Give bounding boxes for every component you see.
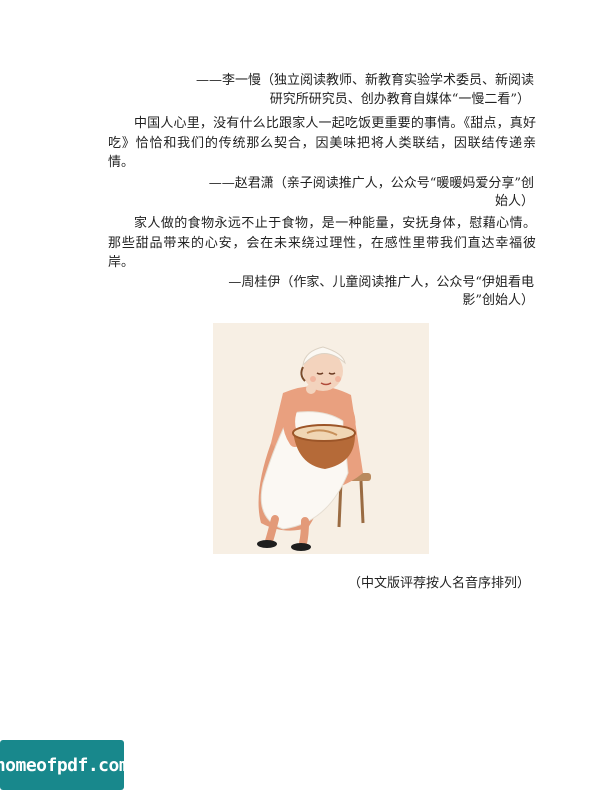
girl-with-bowl-illustration xyxy=(213,323,429,554)
review2-attribution-line1: ——赵君潇（亲子阅读推广人，公众号“暖暖妈爱分享”创 xyxy=(208,176,534,191)
watermark-text: homeofpdf.com xyxy=(0,754,130,776)
review2-attribution-line2: 始人） xyxy=(494,194,534,209)
recommendation-order-note: （中文版评荐按人名音序排列） xyxy=(347,576,530,591)
review2-paragraph: 中国人心里，没有什么比跟家人一起吃饭更重要的事情。《甜点，真好吃》恰恰和我们的传… xyxy=(108,114,536,173)
watermark-badge: homeofpdf.com xyxy=(0,740,130,790)
review3-body: 家人做的食物永远不止于食物，是一种能量，安抚身体，慰藉心情。那些甜品带来的心安，… xyxy=(108,216,536,270)
review3-paragraph: 家人做的食物永远不止于食物，是一种能量，安抚身体，慰藉心情。那些甜品带来的心安，… xyxy=(108,214,536,273)
illustration-drawing xyxy=(257,346,371,551)
review1-attribution-line1: ——李一慢（独立阅读教师、新教育实验学术委员、新阅读 xyxy=(195,73,534,88)
review2-body: 中国人心里，没有什么比跟家人一起吃饭更重要的事情。《甜点，真好吃》恰恰和我们的传… xyxy=(108,116,536,170)
review1-attribution-line2: 研究所研究员、创办教育自媒体“一慢二看”） xyxy=(269,92,530,107)
book-page: ——李一慢（独立阅读教师、新教育实验学术委员、新阅读 研究所研究员、创办教育自媒… xyxy=(0,0,612,792)
review3-attribution-line2: 影”创始人） xyxy=(462,293,534,308)
review3-attribution-line1: —周桂伊（作家、儿童阅读推广人，公众号“伊姐看电 xyxy=(228,275,534,290)
